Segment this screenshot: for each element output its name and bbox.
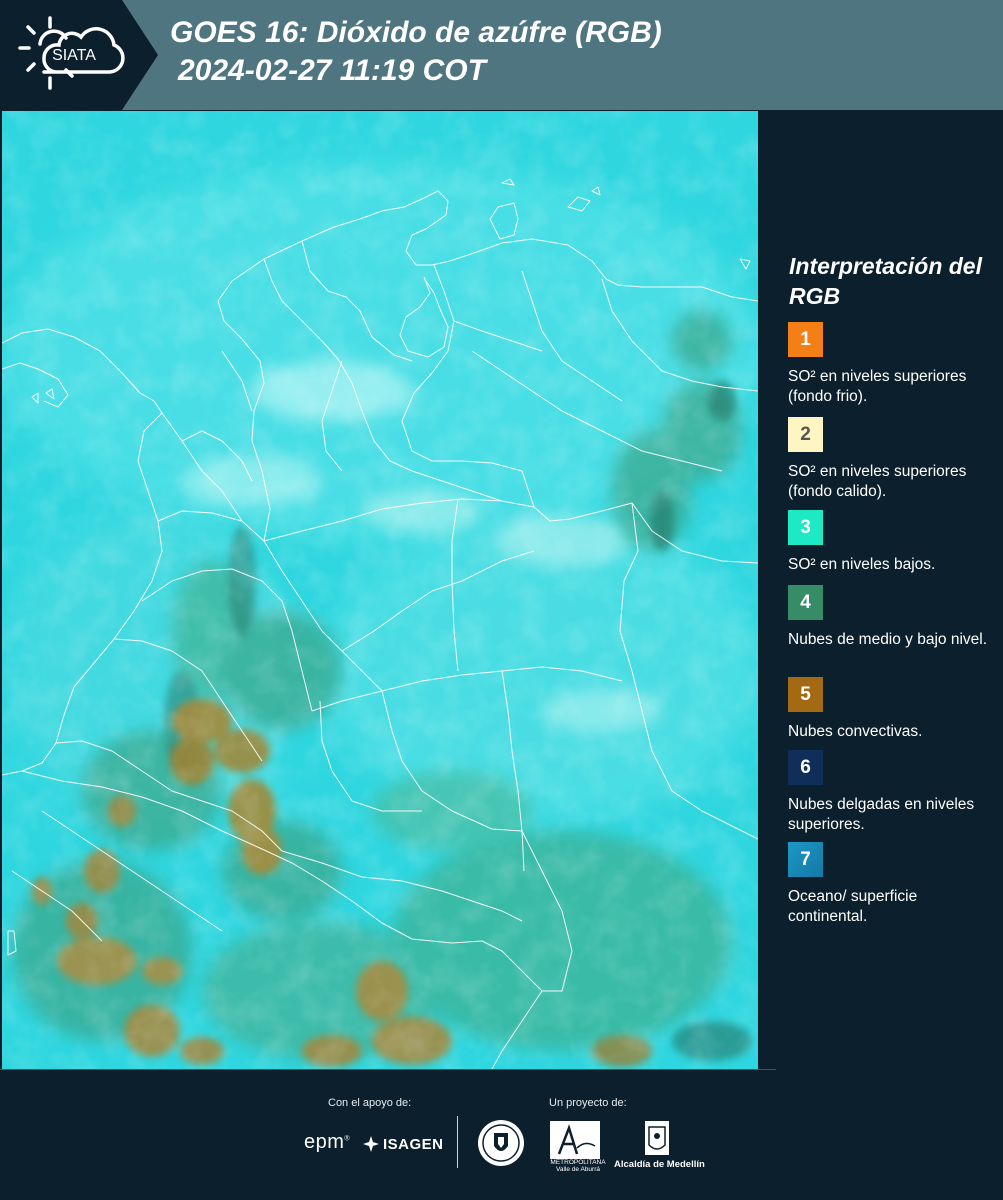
footer-divider-line <box>0 1069 776 1070</box>
legend-swatch-1: 1 <box>788 322 823 357</box>
legend-label-7: Oceano/ superficie continental. <box>788 888 918 925</box>
sun-cloud-icon: SIATA <box>18 16 125 90</box>
satellite-map[interactable] <box>2 111 758 1069</box>
footer: Con el apoyo de: Un proyecto de: epm® IS… <box>0 1069 1003 1200</box>
legend-label-1: SO² en niveles superiores (fondo frio). <box>788 368 967 405</box>
isagen-logo-text: ISAGEN <box>383 1135 444 1153</box>
epm-logo: epm® <box>304 1131 351 1153</box>
legend-label-5: Nubes convectivas. <box>788 723 923 740</box>
timestamp: 2024-02-27 11:19 COT <box>178 54 486 87</box>
legend-swatch-2: 2 <box>788 417 823 452</box>
legend-item-5: 5 Nubes convectivas. <box>788 677 998 742</box>
page-title: GOES 16: Dióxido de azúfre (RGB) <box>170 16 662 49</box>
alcaldia-logo-text: Alcaldía de Medellín <box>614 1159 705 1170</box>
epm-logo-text: epm <box>304 1131 345 1153</box>
legend-label-3: SO² en niveles bajos. <box>788 556 936 573</box>
legend-item-2: 2 SO² en niveles superiores (fondo calid… <box>788 417 998 511</box>
legend-swatch-4: 4 <box>788 585 823 620</box>
legend-item-7: 7 Oceano/ superficie continental. <box>788 842 998 927</box>
legend-swatch-7: 7 <box>788 842 823 877</box>
legend-label-6: Nubes delgadas en niveles superiores. <box>788 796 975 833</box>
rgb-satellite-image <box>2 111 758 1069</box>
legend-label-2: SO² en niveles superiores (fondo calido)… <box>788 463 967 500</box>
header: SIATA GOES 16: Dióxido de azúfre (RGB) 2… <box>0 0 1003 110</box>
legend-item-6: 6 Nubes delgadas en niveles superiores. <box>788 750 998 835</box>
legend-panel: Interpretación del RGB 1 SO² en niveles … <box>760 111 1003 1069</box>
footer-vertical-divider <box>457 1116 458 1168</box>
legend-title: Interpretación del RGB <box>789 253 982 309</box>
project-caption: Un proyecto de: <box>549 1097 627 1109</box>
support-caption: Con el apoyo de: <box>328 1097 412 1109</box>
legend-swatch-6: 6 <box>788 750 823 785</box>
isagen-mark-icon <box>363 1136 379 1152</box>
svg-text:SIATA: SIATA <box>52 47 96 64</box>
isagen-logo: ISAGEN <box>362 1133 444 1155</box>
legend-label-4: Nubes de medio y bajo nivel. <box>788 631 988 648</box>
area-metropolitana-caption: METROPOLITANA Valle de Aburrá <box>550 1159 606 1173</box>
legend-item-4: 4 Nubes de medio y bajo nivel. <box>788 585 998 650</box>
legend-item-1: 1 SO² en niveles superiores (fondo frio)… <box>788 322 998 407</box>
legend-swatch-3: 3 <box>788 510 823 545</box>
alcaldia-shield-icon <box>645 1121 669 1155</box>
medellin-seal-icon <box>478 1120 524 1166</box>
legend-swatch-5: 5 <box>788 677 823 712</box>
legend-item-3: 3 SO² en niveles bajos. <box>788 510 998 575</box>
siata-logo: SIATA <box>14 14 132 94</box>
